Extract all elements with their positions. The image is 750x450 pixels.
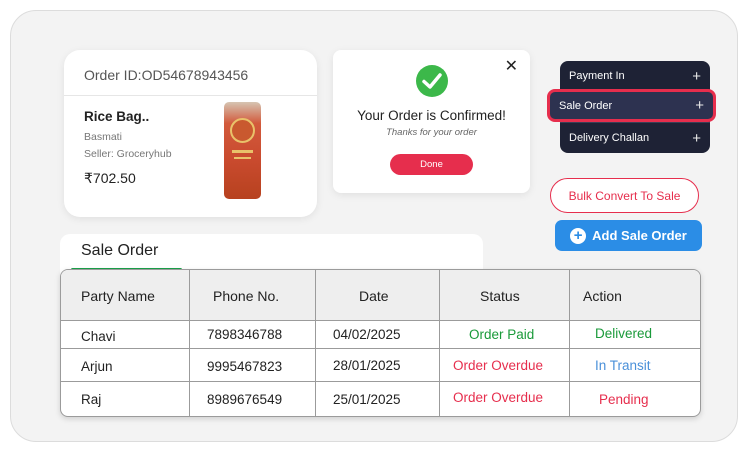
cell-party: Chavi <box>81 328 116 344</box>
cell-action[interactable]: Delivered <box>595 318 652 348</box>
plus-icon: + <box>692 129 701 147</box>
rice-bag-image <box>224 102 261 199</box>
order-card-divider <box>64 95 317 96</box>
sale-order-table: Party Name Phone No. Date Status Action … <box>60 269 701 417</box>
column-header-date: Date <box>359 287 389 304</box>
cell-action[interactable]: In Transit <box>595 349 651 381</box>
cell-status: Order Overdue <box>453 357 544 373</box>
order-card: Order ID:OD54678943456 Rice Bag.. Basmat… <box>64 50 317 217</box>
cell-party: Arjun <box>81 358 113 374</box>
rice-bag-stripe <box>232 150 253 153</box>
column-header-action: Action <box>583 287 622 304</box>
cell-party: Raj <box>81 391 102 407</box>
cell-phone: 8989676549 <box>207 391 283 407</box>
add-sale-order-button[interactable]: + Add Sale Order <box>555 220 702 251</box>
menu-item-label: Sale Order <box>559 99 613 112</box>
column-header-status: Status <box>480 287 520 304</box>
plus-icon: + <box>692 67 701 85</box>
cell-phone: 7898346788 <box>207 326 283 342</box>
menu-item-label: Delivery Challan <box>569 132 650 144</box>
done-button[interactable]: Done <box>390 154 473 175</box>
menu-item-payment-in[interactable]: Payment In + <box>560 61 710 91</box>
check-circle-icon <box>416 65 448 97</box>
cell-status: Order Paid <box>469 326 535 342</box>
bulk-convert-button[interactable]: Bulk Convert To Sale <box>550 178 699 213</box>
menu-item-sale-order[interactable]: Sale Order + <box>547 89 716 122</box>
product-name: Rice Bag.. <box>84 109 150 124</box>
plus-circle-icon: + <box>570 227 587 244</box>
cell-date: 25/01/2025 <box>333 391 401 407</box>
column-divider <box>569 270 570 416</box>
product-variant: Basmati <box>84 131 122 143</box>
column-header-phone: Phone No. <box>213 287 280 304</box>
column-divider <box>439 270 440 416</box>
column-divider <box>189 270 190 416</box>
order-id: Order ID:OD54678943456 <box>84 67 249 83</box>
cell-phone: 9995467823 <box>207 358 283 374</box>
column-divider <box>315 270 316 416</box>
rice-bag-emblem <box>230 118 255 143</box>
cell-action[interactable]: Pending <box>599 382 649 416</box>
confirmation-title: Your Order is Confirmed! <box>357 108 506 123</box>
product-price: ₹702.50 <box>84 170 136 186</box>
plus-icon: + <box>695 97 704 114</box>
cell-status: Order Overdue <box>453 389 544 405</box>
menu-item-delivery-challan[interactable]: Delivery Challan + <box>560 123 710 153</box>
tab-label: Sale Order <box>81 242 159 259</box>
cell-date: 04/02/2025 <box>333 326 401 342</box>
sales-menu: Payment In + Sale Order + Delivery Chall… <box>547 61 716 153</box>
rice-bag-stripe <box>234 157 251 159</box>
order-confirmed-dialog: ✕ Your Order is Confirmed! Thanks for yo… <box>333 50 530 193</box>
add-sale-order-label: Add Sale Order <box>592 228 687 243</box>
column-header-party-name: Party Name <box>81 287 155 304</box>
cell-date: 28/01/2025 <box>333 357 401 373</box>
menu-item-label: Payment In <box>569 70 625 82</box>
confirmation-subtitle: Thanks for your order <box>386 127 477 138</box>
close-icon[interactable]: ✕ <box>505 56 518 76</box>
product-seller: Seller: Groceryhub <box>84 148 172 160</box>
